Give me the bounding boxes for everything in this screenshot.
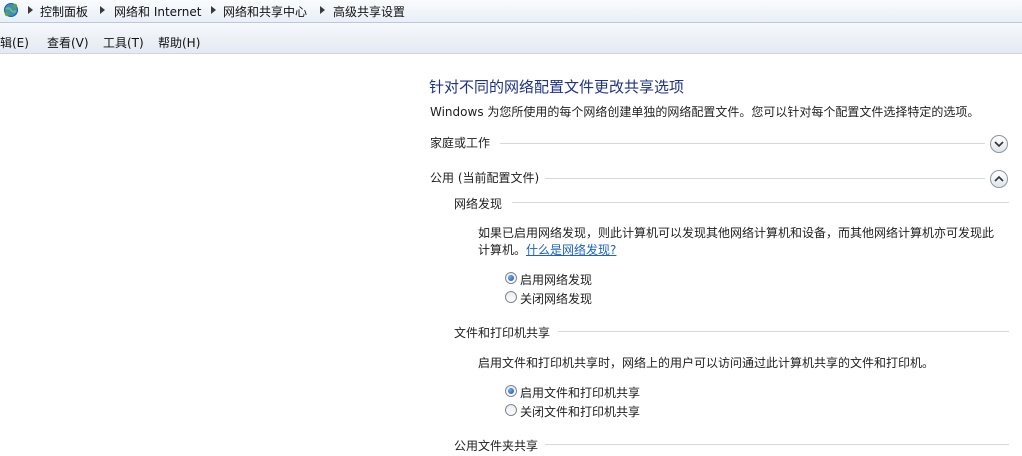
breadcrumb-control-panel[interactable]: 控制面板 bbox=[40, 3, 88, 20]
divider bbox=[558, 331, 1009, 332]
breadcrumb-separator-icon[interactable] bbox=[211, 6, 216, 14]
profile-home-work-label[interactable]: 家庭或工作 bbox=[430, 134, 490, 151]
what-is-network-discovery-link[interactable]: 什么是网络发现? bbox=[526, 243, 616, 257]
breadcrumb-network-sharing-center[interactable]: 网络和共享中心 bbox=[223, 3, 307, 20]
breadcrumb-network-internet[interactable]: 网络和 Internet bbox=[114, 3, 201, 20]
radio-selected-icon[interactable] bbox=[505, 272, 517, 284]
chevron-down-icon bbox=[994, 141, 1004, 148]
breadcrumb-advanced-sharing[interactable]: 高级共享设置 bbox=[333, 3, 405, 20]
radio-label[interactable]: 关闭文件和打印机共享 bbox=[520, 403, 640, 420]
breadcrumb-separator-icon[interactable] bbox=[320, 6, 325, 14]
menu-help[interactable]: 帮助(H) bbox=[158, 34, 200, 51]
radio-label[interactable]: 启用文件和打印机共享 bbox=[520, 384, 640, 401]
file-printer-sharing-heading: 文件和打印机共享 bbox=[454, 326, 551, 340]
divider bbox=[545, 444, 1009, 445]
network-discovery-text-line2: 计算机。什么是网络发现? bbox=[478, 241, 616, 259]
breadcrumb-separator-icon[interactable] bbox=[100, 6, 105, 14]
breadcrumb-separator-icon[interactable] bbox=[28, 6, 33, 14]
radio-label[interactable]: 关闭网络发现 bbox=[520, 290, 592, 307]
divider bbox=[545, 178, 985, 179]
address-bar[interactable]: 控制面板 网络和 Internet 网络和共享中心 高级共享设置 bbox=[0, 0, 1022, 23]
radio-label[interactable]: 启用网络发现 bbox=[520, 271, 592, 288]
menu-edit[interactable]: 辑(E) bbox=[0, 34, 29, 51]
menu-tools[interactable]: 工具(T) bbox=[103, 34, 144, 51]
expand-home-work-button[interactable] bbox=[990, 135, 1008, 153]
file-printer-sharing-text: 启用文件和打印机共享时，网络上的用户可以访问通过此计算机共享的文件和打印机。 bbox=[478, 356, 935, 370]
page-description: Windows 为您所使用的每个网络创建单独的网络配置文件。您可以针对每个配置文… bbox=[430, 105, 980, 119]
network-discovery-text-end: 计算机。 bbox=[478, 243, 527, 257]
public-folder-sharing-heading: 公用文件夹共享 bbox=[454, 439, 539, 453]
page-title: 针对不同的网络配置文件更改共享选项 bbox=[429, 78, 685, 96]
network-icon bbox=[3, 2, 19, 18]
profile-public-label[interactable]: 公用 (当前配置文件) bbox=[430, 169, 539, 186]
menu-view[interactable]: 查看(V) bbox=[47, 34, 89, 51]
radio-selected-icon[interactable] bbox=[505, 385, 517, 397]
radio-unselected-icon[interactable] bbox=[505, 404, 517, 416]
network-discovery-heading: 网络发现 bbox=[454, 197, 503, 211]
chevron-up-icon bbox=[994, 175, 1004, 182]
divider bbox=[500, 143, 985, 144]
menu-bar: 辑(E) 查看(V) 工具(T) 帮助(H) bbox=[0, 23, 1022, 54]
network-discovery-text: 如果已启用网络发现，则此计算机可以发现其他网络计算机和设备，而其他网络计算机亦可… bbox=[478, 226, 995, 240]
radio-unselected-icon[interactable] bbox=[505, 291, 517, 303]
divider bbox=[512, 202, 1009, 203]
collapse-public-button[interactable] bbox=[990, 170, 1008, 188]
